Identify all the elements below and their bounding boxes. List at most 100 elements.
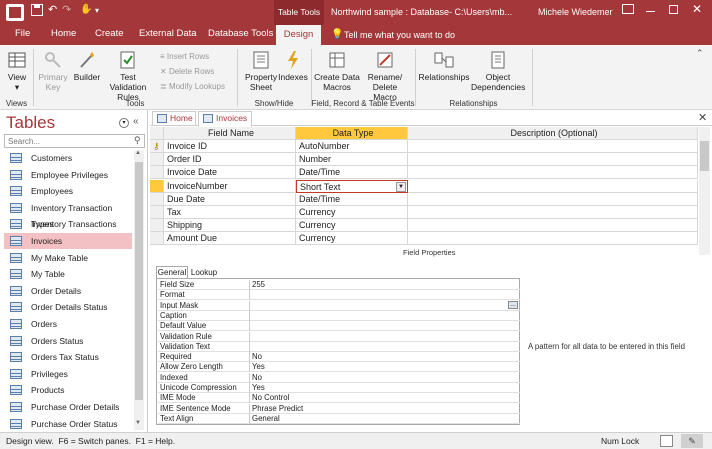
- tab-create[interactable]: Create: [95, 28, 124, 39]
- save-icon[interactable]: [31, 4, 43, 16]
- nav-item-orders-status[interactable]: Orders Status: [4, 333, 132, 349]
- description-cell[interactable]: [408, 219, 698, 233]
- data-type-cell[interactable]: Number: [296, 153, 408, 167]
- row-selector[interactable]: [150, 179, 164, 193]
- property-row[interactable]: Validation Text: [158, 341, 520, 352]
- property-value[interactable]: Yes: [252, 383, 265, 393]
- doc-tab-invoices[interactable]: Invoices: [198, 111, 252, 127]
- data-type-cell[interactable]: Date/Time: [296, 166, 408, 180]
- field-name-cell[interactable]: Invoice Date: [164, 166, 296, 180]
- description-cell[interactable]: [408, 206, 698, 219]
- property-row[interactable]: IME Sentence Mode Phrase Predict: [158, 403, 520, 414]
- data-type-cell[interactable]: Currency: [296, 219, 408, 233]
- field-name-cell[interactable]: Tax: [164, 206, 296, 219]
- test-validation-rules-button[interactable]: Test Validation Rules: [103, 50, 153, 102]
- tab-general[interactable]: General: [156, 266, 188, 278]
- property-row[interactable]: Caption: [158, 310, 520, 321]
- description-cell[interactable]: [408, 232, 698, 246]
- relationships-button[interactable]: Relationships: [418, 50, 470, 82]
- field-name-cell[interactable]: Due Date: [164, 192, 296, 206]
- shutter-bar-icon[interactable]: «: [133, 116, 139, 127]
- nav-item-products[interactable]: Products: [4, 382, 132, 398]
- data-type-cell[interactable]: Date/Time: [296, 192, 408, 206]
- design-scroll-thumb[interactable]: [700, 141, 709, 171]
- field-name-cell[interactable]: InvoiceNumber: [164, 179, 296, 193]
- nav-item-order-details[interactable]: Order Details: [4, 283, 132, 299]
- row-selector[interactable]: [150, 153, 164, 167]
- property-row[interactable]: Default Value: [158, 321, 520, 332]
- property-row[interactable]: Required No: [158, 352, 520, 363]
- nav-item-employee-privileges[interactable]: Employee Privileges: [4, 167, 132, 183]
- nav-search-input[interactable]: Search... ⚲: [4, 134, 145, 148]
- insert-rows-button[interactable]: ≡ Insert Rows: [160, 52, 209, 62]
- delete-rows-button[interactable]: ✕ Delete Rows: [160, 67, 214, 77]
- tab-file[interactable]: File: [15, 28, 30, 39]
- property-value[interactable]: General: [252, 414, 280, 424]
- builder-button[interactable]: Builder: [72, 50, 102, 82]
- description-cell[interactable]: [408, 140, 698, 153]
- data-type-cell[interactable]: Currency: [296, 206, 408, 219]
- maximize-icon[interactable]: [669, 5, 678, 14]
- row-selector[interactable]: [150, 166, 164, 180]
- input-mask-builder-icon[interactable]: …: [508, 300, 518, 309]
- create-data-macros-button[interactable]: Create Data Macros: [313, 50, 361, 92]
- property-value[interactable]: Yes: [252, 362, 265, 372]
- touch-mode-icon[interactable]: ✋: [80, 4, 92, 16]
- row-selector[interactable]: [150, 219, 164, 233]
- collapse-ribbon-icon[interactable]: ⌃: [696, 48, 704, 59]
- indexes-button[interactable]: Indexes: [278, 50, 308, 82]
- user-name[interactable]: Michele Wiedemer: [538, 7, 613, 17]
- property-row[interactable]: Indexed No: [158, 372, 520, 383]
- object-dependencies-button[interactable]: Object Dependencies: [470, 50, 526, 92]
- field-name-cell[interactable]: Shipping: [164, 219, 296, 233]
- tab-design[interactable]: Design: [276, 25, 321, 45]
- nav-item-purchase-order-status[interactable]: Purchase Order Status: [4, 416, 132, 432]
- primary-key-row-selector[interactable]: ⚷: [150, 140, 164, 153]
- redo-icon[interactable]: ↷: [62, 4, 72, 16]
- nav-item-inventory-transaction-types[interactable]: Inventory Transaction Types: [4, 200, 132, 229]
- property-row[interactable]: Validation Rule: [158, 331, 520, 342]
- property-row[interactable]: Field Size 255: [158, 280, 520, 290]
- description-cell[interactable]: [408, 153, 698, 167]
- tab-home[interactable]: Home: [51, 28, 76, 39]
- search-icon[interactable]: ⚲: [134, 135, 141, 146]
- row-selector[interactable]: [150, 232, 164, 246]
- property-value[interactable]: 255: [252, 280, 265, 290]
- tell-me-search[interactable]: Tell me what you want to do: [344, 30, 455, 40]
- nav-item-privileges[interactable]: Privileges: [4, 366, 132, 382]
- property-row[interactable]: Unicode Compression Yes: [158, 383, 520, 393]
- nav-item-customers[interactable]: Customers: [4, 150, 132, 166]
- property-value[interactable]: No: [252, 373, 262, 383]
- data-type-cell[interactable]: AutoNumber: [296, 140, 408, 153]
- modify-lookups-button[interactable]: ≣ Modify Lookups: [160, 82, 225, 92]
- property-value[interactable]: No: [252, 352, 262, 362]
- description-cell[interactable]: [408, 192, 698, 206]
- data-type-cell[interactable]: Currency: [296, 232, 408, 246]
- data-type-dropdown[interactable]: Short Text ▼: [296, 179, 408, 193]
- property-row[interactable]: Text Align General: [158, 413, 520, 424]
- field-name-cell[interactable]: Amount Due: [164, 232, 296, 246]
- row-selector[interactable]: [150, 192, 164, 206]
- design-scrollbar[interactable]: [699, 127, 710, 255]
- tab-database-tools[interactable]: Database Tools: [208, 28, 273, 39]
- datasheet-view-icon[interactable]: [660, 435, 673, 447]
- nav-item-invoices[interactable]: Invoices: [4, 233, 132, 249]
- design-view-icon[interactable]: ✎: [681, 434, 703, 448]
- close-document-icon[interactable]: ✕: [698, 111, 707, 124]
- nav-scroll-thumb[interactable]: [135, 162, 143, 400]
- tab-external-data[interactable]: External Data: [139, 28, 197, 39]
- nav-header[interactable]: Tables: [6, 113, 55, 133]
- nav-item-my-table[interactable]: My Table: [4, 266, 132, 282]
- field-name-cell[interactable]: Order ID: [164, 153, 296, 167]
- nav-menu-icon[interactable]: ▾: [119, 118, 129, 128]
- primary-key-button[interactable]: Primary Key: [36, 50, 70, 92]
- field-name-cell[interactable]: Invoice ID: [164, 140, 296, 153]
- property-value[interactable]: Phrase Predict: [252, 404, 303, 414]
- property-row[interactable]: Format: [158, 290, 520, 301]
- property-row[interactable]: IME Mode No Control: [158, 393, 520, 404]
- nav-item-inventory-transactions[interactable]: Inventory Transactions: [4, 216, 132, 232]
- customize-toolbar-icon[interactable]: ▾: [95, 6, 103, 16]
- ribbon-display-icon[interactable]: [622, 4, 634, 14]
- property-row[interactable]: Allow Zero Length Yes: [158, 362, 520, 373]
- scroll-up-icon[interactable]: ▲: [135, 150, 141, 156]
